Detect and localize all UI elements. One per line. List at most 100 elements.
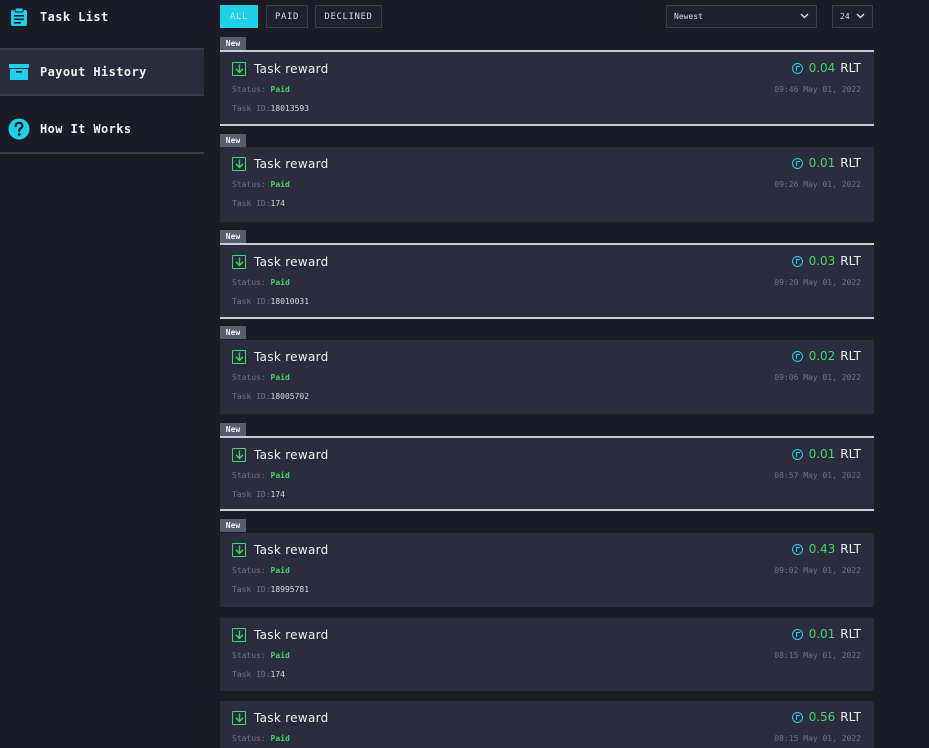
payout-date: 08:15 May 01, 2022 <box>774 734 861 743</box>
task-id-label: Task ID: <box>232 490 271 499</box>
payout-date: 09:26 May 01, 2022 <box>774 180 861 189</box>
sidebar-item-label: How It Works <box>40 122 132 136</box>
archive-box-icon <box>8 61 30 83</box>
status-label: Status: <box>232 566 266 575</box>
status-label: Status: <box>232 734 266 743</box>
task-id-label: Task ID: <box>232 297 271 306</box>
payout-row: Task reward Status: Paid Task ID:174 0.0… <box>220 147 874 222</box>
payout-amount: 0.03 RLT <box>791 254 861 268</box>
payout-title: Task reward <box>254 62 329 76</box>
download-icon <box>232 350 246 364</box>
status-value: Paid <box>270 373 290 382</box>
payout-amount: 0.01 RLT <box>791 627 861 641</box>
amount-value: 0.01 <box>808 447 836 461</box>
task-id-value: 18005702 <box>270 392 310 401</box>
payout-row: Task reward Status: Paid Task ID:174 0.0… <box>220 618 874 691</box>
task-id-label: Task ID: <box>232 585 271 594</box>
rlt-coin-icon <box>791 350 803 362</box>
download-icon <box>232 448 246 462</box>
download-icon <box>232 255 246 269</box>
payout-task-id: Task ID:174 <box>232 490 285 499</box>
payout-task-id: Task ID:18005702 <box>232 392 309 401</box>
new-badge: New <box>220 230 246 243</box>
app-root: Task List Payout History How It Works AL… <box>0 0 929 748</box>
status-label: Status: <box>232 180 266 189</box>
payout-title: Task reward <box>254 448 329 462</box>
task-id-value: 18995781 <box>270 585 310 594</box>
payout-status: Status: Paid <box>232 85 290 94</box>
task-id-value: 18010031 <box>270 297 310 306</box>
payout-task-id: Task ID:174 <box>232 670 285 679</box>
amount-unit: RLT <box>840 542 861 556</box>
filter-paid-button[interactable]: PAID <box>266 5 308 28</box>
status-label: Status: <box>232 278 266 287</box>
chevron-down-icon <box>800 12 809 21</box>
task-id-label: Task ID: <box>232 104 271 113</box>
status-value: Paid <box>270 734 290 743</box>
task-id-value: 174 <box>270 490 285 499</box>
payout-date: 09:20 May 01, 2022 <box>774 278 861 287</box>
payout-amount: 0.01 RLT <box>791 156 861 170</box>
payout-status: Status: Paid <box>232 471 290 480</box>
download-icon <box>232 628 246 642</box>
amount-unit: RLT <box>840 447 861 461</box>
payout-status: Status: Paid <box>232 734 290 743</box>
payout-date: 09:06 May 01, 2022 <box>774 373 861 382</box>
amount-value: 0.01 <box>808 627 836 641</box>
download-icon <box>232 62 246 76</box>
payout-status: Status: Paid <box>232 566 290 575</box>
payout-date: 08:57 May 01, 2022 <box>774 471 861 480</box>
status-label: Status: <box>232 471 266 480</box>
payout-status: Status: Paid <box>232 278 290 287</box>
rlt-coin-icon <box>791 255 803 267</box>
filter-declined-button[interactable]: DECLINED <box>315 5 382 28</box>
payout-title: Task reward <box>254 255 329 269</box>
sidebar-item-label: Task List <box>40 9 109 24</box>
payout-row: Task reward Status: Paid Task ID:1899578… <box>220 533 874 607</box>
sidebar-item-how-it-works[interactable]: How It Works <box>0 106 204 154</box>
status-label: Status: <box>232 373 266 382</box>
rlt-coin-icon <box>791 62 803 74</box>
status-value: Paid <box>270 471 290 480</box>
page-size-select[interactable]: 24 <box>832 5 873 28</box>
status-label: Status: <box>232 85 266 94</box>
chevron-down-icon <box>856 12 865 21</box>
status-value: Paid <box>270 651 290 660</box>
payout-amount: 0.04 RLT <box>791 61 861 75</box>
status-label: Status: <box>232 651 266 660</box>
payout-title: Task reward <box>254 543 329 557</box>
amount-unit: RLT <box>840 254 861 268</box>
status-value: Paid <box>270 278 290 287</box>
new-badge: New <box>220 519 246 532</box>
new-badge: New <box>220 423 246 436</box>
amount-unit: RLT <box>840 349 861 363</box>
payout-row: Task reward Status: Paid Task ID:1800570… <box>220 340 874 414</box>
payout-date: 09:02 May 01, 2022 <box>774 566 861 575</box>
sidebar-item-payout-history[interactable]: Payout History <box>0 50 204 96</box>
status-value: Paid <box>270 180 290 189</box>
payout-title: Task reward <box>254 350 329 364</box>
payout-row: Task reward Status: Paid 0.56 RLT 08:15 M… <box>220 701 874 748</box>
sidebar-item-task-list[interactable]: Task List <box>0 0 204 33</box>
rlt-coin-icon <box>791 711 803 723</box>
payout-title: Task reward <box>254 157 329 171</box>
payout-date: 08:15 May 01, 2022 <box>774 651 861 660</box>
sort-select[interactable]: Newest <box>666 5 817 28</box>
payout-status: Status: Paid <box>232 373 290 382</box>
rlt-coin-icon <box>791 628 803 640</box>
amount-value: 0.01 <box>808 156 836 170</box>
payout-date: 09:46 May 01, 2022 <box>774 85 861 94</box>
sidebar-divider <box>0 33 204 50</box>
clipboard-icon <box>8 6 30 28</box>
payout-row: Task reward Status: Paid Task ID:174 0.0… <box>220 436 874 511</box>
new-badge: New <box>220 37 246 50</box>
status-value: Paid <box>270 566 290 575</box>
filter-all-button[interactable]: ALL <box>220 5 258 28</box>
payout-task-id: Task ID:18995781 <box>232 585 309 594</box>
amount-value: 0.04 <box>808 61 836 75</box>
download-icon <box>232 711 246 725</box>
payout-amount: 0.01 RLT <box>791 447 861 461</box>
task-id-label: Task ID: <box>232 392 271 401</box>
amount-value: 0.56 <box>808 710 836 724</box>
download-icon <box>232 157 246 171</box>
